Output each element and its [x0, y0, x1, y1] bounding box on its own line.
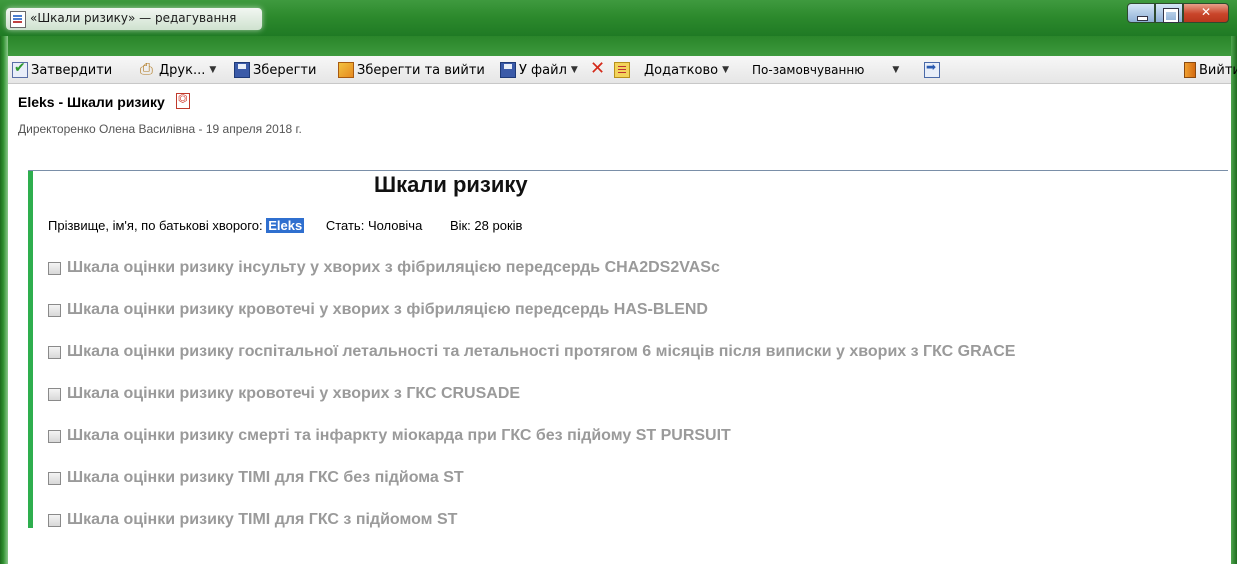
print-label: Друк... [159, 62, 206, 78]
delete-icon [590, 58, 606, 79]
scale-checkbox[interactable] [48, 429, 61, 443]
scale-checkbox[interactable] [48, 345, 61, 359]
save-exit-icon [338, 62, 354, 78]
close-button[interactable]: ✕ [1183, 3, 1229, 23]
form-button[interactable] [614, 60, 633, 80]
scale-label: Шкала оцінки ризику кровотечі у хворих з… [67, 385, 521, 402]
title-bar-lower [8, 36, 1231, 56]
save-label: Зберегти [253, 62, 317, 78]
print-icon [140, 59, 156, 79]
patient-name-label: Прізвище, ім'я, по батькові хворого: [48, 218, 263, 233]
print-dropdown-icon[interactable]: ▼ [209, 65, 216, 75]
form-icon [614, 62, 630, 78]
age-label: Вік: [449, 218, 471, 233]
export-icon [924, 60, 940, 78]
scale-checkbox[interactable] [48, 303, 61, 317]
window-title: «Шкали ризику» — редагування [30, 11, 237, 25]
section-divider [28, 170, 1228, 171]
template-dropdown-icon[interactable]: ▼ [892, 65, 899, 75]
additional-label: Додатково [644, 62, 719, 78]
scale-label: Шкала оцінки ризику TIMI для ГКС без під… [67, 469, 464, 486]
scale-row-crusade[interactable]: Шкала оцінки ризику кровотечі у хворих з… [48, 382, 520, 406]
title-bar[interactable]: «Шкали ризику» — редагування ✕ [0, 0, 1237, 36]
additional-button[interactable]: Додатково ▼ [644, 60, 729, 80]
patient-info: Прізвище, ім'я, по батькові хворого: Ele… [48, 218, 522, 233]
exit-door-icon [1184, 62, 1196, 78]
export-button[interactable] [924, 60, 943, 80]
title-pill: «Шкали ризику» — редагування [6, 8, 262, 30]
save-exit-button[interactable]: Зберегти та вийти [338, 60, 485, 80]
scale-row-has-blend[interactable]: Шкала оцінки ризику кровотечі у хворих з… [48, 298, 708, 322]
to-file-icon [500, 62, 516, 78]
scale-checkbox[interactable] [48, 387, 61, 401]
scale-checkbox[interactable] [48, 261, 61, 275]
window-controls: ✕ [1127, 3, 1229, 25]
patient-name-value[interactable]: Eleks [266, 218, 305, 233]
scale-row-timi-nstemi[interactable]: Шкала оцінки ризику TIMI для ГКС без під… [48, 466, 464, 490]
document-author-line: Директоренко Олена Василівна - 19 апреля… [18, 122, 302, 136]
form-accent-bar [28, 171, 33, 528]
document-header: Eleks - Шкали ризику [18, 92, 190, 111]
pdf-icon[interactable] [175, 92, 190, 109]
exit-label: Вийти [1199, 62, 1237, 78]
scale-row-timi-stemi[interactable]: Шкала оцінки ризику TIMI для ГКС з підйо… [48, 508, 457, 532]
toolbar: Затвердити Друк... ▼ Зберегти Зберегти т… [8, 56, 1237, 84]
scale-checkbox[interactable] [48, 471, 61, 485]
scale-row-grace[interactable]: Шкала оцінки ризику госпітальної летальн… [48, 340, 1015, 364]
sex-value: Чоловіча [367, 218, 423, 233]
scale-checkbox[interactable] [48, 513, 61, 527]
to-file-label: У файл [519, 62, 567, 78]
template-select[interactable]: По-замовчуванню ▼ [752, 60, 899, 80]
save-exit-label: Зберегти та вийти [357, 62, 485, 78]
scale-row-cha2ds2vasc[interactable]: Шкала оцінки ризику інсульту у хворих з … [48, 256, 720, 280]
app-icon [10, 11, 26, 28]
exit-button[interactable]: Вийти [1184, 60, 1237, 80]
save-button[interactable]: Зберегти [234, 60, 316, 80]
approve-icon [12, 60, 28, 78]
print-button[interactable]: Друк... ▼ [140, 59, 216, 80]
scale-label: Шкала оцінки ризику госпітальної летальн… [67, 343, 1016, 360]
save-icon [234, 62, 250, 78]
scale-label: Шкала оцінки ризику TIMI для ГКС з підйо… [67, 511, 458, 528]
close-icon: ✕ [1200, 5, 1212, 19]
document-title: Eleks - Шкали ризику [18, 94, 165, 110]
minimize-button[interactable] [1127, 3, 1155, 23]
approve-label: Затвердити [31, 62, 113, 78]
scale-row-pursuit[interactable]: Шкала оцінки ризику смерті та інфаркту м… [48, 424, 731, 448]
age-value: 28 років [474, 218, 523, 233]
to-file-dropdown-icon[interactable]: ▼ [571, 65, 578, 75]
sex-label: Стать: [325, 218, 365, 233]
scale-label: Шкала оцінки ризику кровотечі у хворих з… [67, 301, 708, 318]
window-frame-right [1231, 0, 1237, 564]
scale-label: Шкала оцінки ризику інсульту у хворих з … [67, 259, 720, 276]
template-select-value: По-замовчуванню [752, 63, 865, 77]
to-file-button[interactable]: У файл ▼ [500, 60, 578, 80]
maximize-button[interactable] [1155, 3, 1183, 23]
scale-label: Шкала оцінки ризику смерті та інфаркту м… [67, 427, 731, 444]
approve-button[interactable]: Затвердити [12, 60, 112, 80]
form-title: Шкали ризику [374, 172, 528, 197]
delete-button[interactable] [590, 58, 609, 80]
additional-dropdown-icon[interactable]: ▼ [722, 65, 729, 75]
window-frame-left [0, 0, 8, 564]
